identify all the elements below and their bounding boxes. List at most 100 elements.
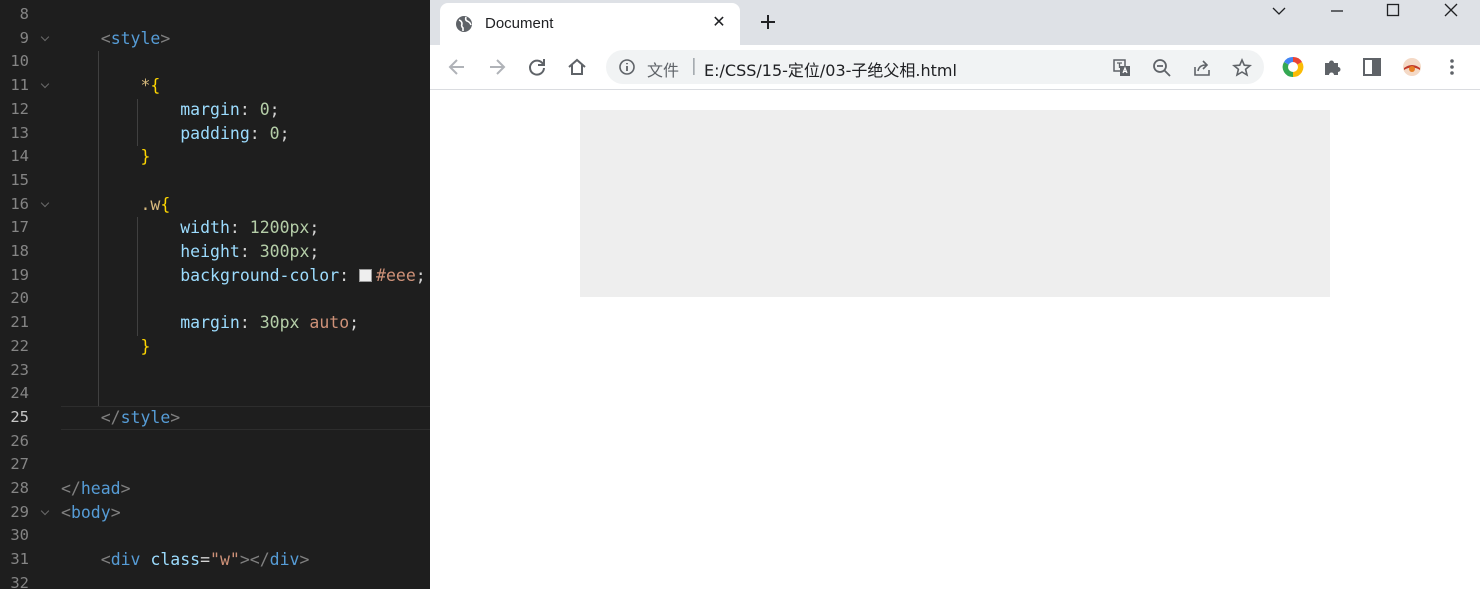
code-token: div <box>110 550 141 570</box>
plus-icon[interactable] <box>757 11 779 33</box>
side-panel-icon[interactable] <box>1361 56 1383 78</box>
line-number: 30 <box>10 526 29 545</box>
line-number: 27 <box>10 455 29 474</box>
code-token: 0 <box>259 99 270 119</box>
code-text: margin: 0; <box>61 98 279 122</box>
globe-icon <box>455 15 473 37</box>
code-line[interactable]: 15 <box>0 169 430 193</box>
close-window-icon[interactable] <box>1428 0 1474 24</box>
code-token: head <box>80 479 121 498</box>
code-line[interactable]: 22 } <box>0 335 430 359</box>
code-token: } <box>140 147 151 167</box>
line-number: 10 <box>10 52 29 71</box>
code-token: 0 <box>269 123 280 143</box>
code-token: : <box>229 218 250 238</box>
url-text[interactable]: E:/CSS/15-定位/03-子绝父相.html <box>704 57 957 81</box>
code-token: ></ <box>239 550 270 570</box>
code-line[interactable]: 17 width: 1200px; <box>0 216 430 240</box>
chevron-down-icon[interactable] <box>1256 0 1302 24</box>
line-number: 13 <box>10 123 29 142</box>
code-token: { <box>150 76 161 96</box>
maximize-icon[interactable] <box>1370 0 1416 24</box>
code-line[interactable]: 19 background-color: #eee; <box>0 264 430 288</box>
code-line[interactable]: 30 <box>0 524 430 548</box>
address-bar[interactable]: 文件 | E:/CSS/15-定位/03-子绝父相.html <box>606 50 1264 84</box>
fold-chevron-icon[interactable] <box>40 501 52 525</box>
chrome-circle-icon[interactable] <box>1282 56 1304 78</box>
code-text: <div class="w"></div> <box>61 548 310 572</box>
puzzle-extensions-icon[interactable] <box>1321 56 1343 78</box>
code-line[interactable]: 23 <box>0 359 430 383</box>
code-token: style <box>110 28 161 48</box>
code-line[interactable]: 9 <style> <box>0 27 430 51</box>
line-number: 28 <box>10 479 29 497</box>
code-line[interactable]: 18 height: 300px; <box>0 240 430 264</box>
code-token: : <box>239 313 260 333</box>
code-token: margin <box>180 99 240 119</box>
code-token: { <box>160 194 171 214</box>
share-icon[interactable] <box>1192 58 1212 78</box>
code-token: : <box>239 99 260 119</box>
reload-icon[interactable] <box>526 56 548 78</box>
code-editor[interactable]: 89 <style> 10 11 *{12 margin: 0; 13 padding… <box>0 0 430 589</box>
code-line[interactable]: 8 <box>0 3 430 27</box>
code-line[interactable]: 21 margin: 30px auto; <box>0 311 430 335</box>
home-icon[interactable] <box>566 56 588 78</box>
code-line[interactable]: 27 <box>0 453 430 477</box>
forward-arrow-icon[interactable] <box>486 56 508 78</box>
tab-document[interactable]: Document ✕ <box>440 3 740 45</box>
bookmark-star-icon[interactable] <box>1231 58 1253 78</box>
line-number: 20 <box>10 289 29 308</box>
line-number: 11 <box>10 76 29 95</box>
code-token: ; <box>415 265 426 285</box>
code-token: > <box>299 550 310 570</box>
tab-close-button[interactable]: ✕ <box>710 13 728 31</box>
code-line[interactable]: 25 </style> <box>0 406 430 430</box>
fold-chevron-icon[interactable] <box>40 27 52 51</box>
code-token: margin <box>180 313 240 333</box>
minimize-icon[interactable] <box>1314 0 1360 24</box>
code-line[interactable]: 12 margin: 0; <box>0 98 430 122</box>
code-line[interactable]: 11 *{ <box>0 74 430 98</box>
info-icon[interactable] <box>618 58 636 80</box>
code-text: <body> <box>61 501 121 525</box>
code-line[interactable]: 26 <box>0 430 430 454</box>
line-number: 17 <box>10 218 29 237</box>
code-line[interactable]: 31 <div class="w"></div> <box>0 548 430 572</box>
code-line[interactable]: 24 <box>0 382 430 406</box>
translate-icon[interactable] <box>1112 58 1132 78</box>
code-line[interactable]: 13 padding: 0; <box>0 122 430 146</box>
code-token: style <box>120 407 171 427</box>
code-token: < <box>61 502 71 522</box>
code-token: : <box>339 265 360 285</box>
profile-avatar-icon[interactable] <box>1401 56 1423 78</box>
code-line[interactable]: 32 <box>0 572 430 589</box>
code-line[interactable]: 28 </head> <box>0 477 430 501</box>
line-number: 22 <box>10 336 29 355</box>
code-token: ; <box>349 313 360 333</box>
code-line[interactable]: 16 .w{ <box>0 193 430 217</box>
zoom-out-icon[interactable] <box>1152 58 1172 78</box>
line-number: 32 <box>10 573 29 589</box>
code-line[interactable]: 29 <body> <box>0 501 430 525</box>
code-token: < <box>100 550 111 570</box>
code-token: * <box>140 76 151 96</box>
code-token: #eee <box>376 265 416 285</box>
gray-div-w <box>580 110 1330 297</box>
fold-chevron-icon[interactable] <box>40 74 52 98</box>
code-line[interactable]: 14 } <box>0 145 430 169</box>
code-line[interactable]: 10 <box>0 50 430 74</box>
line-number: 23 <box>10 360 29 379</box>
code-text: } <box>61 335 150 359</box>
back-arrow-icon[interactable] <box>446 56 468 78</box>
code-line[interactable]: 20 <box>0 287 430 311</box>
code-token: ; <box>309 242 320 261</box>
fold-chevron-icon[interactable] <box>40 193 52 217</box>
kebab-menu-icon[interactable] <box>1441 56 1463 78</box>
